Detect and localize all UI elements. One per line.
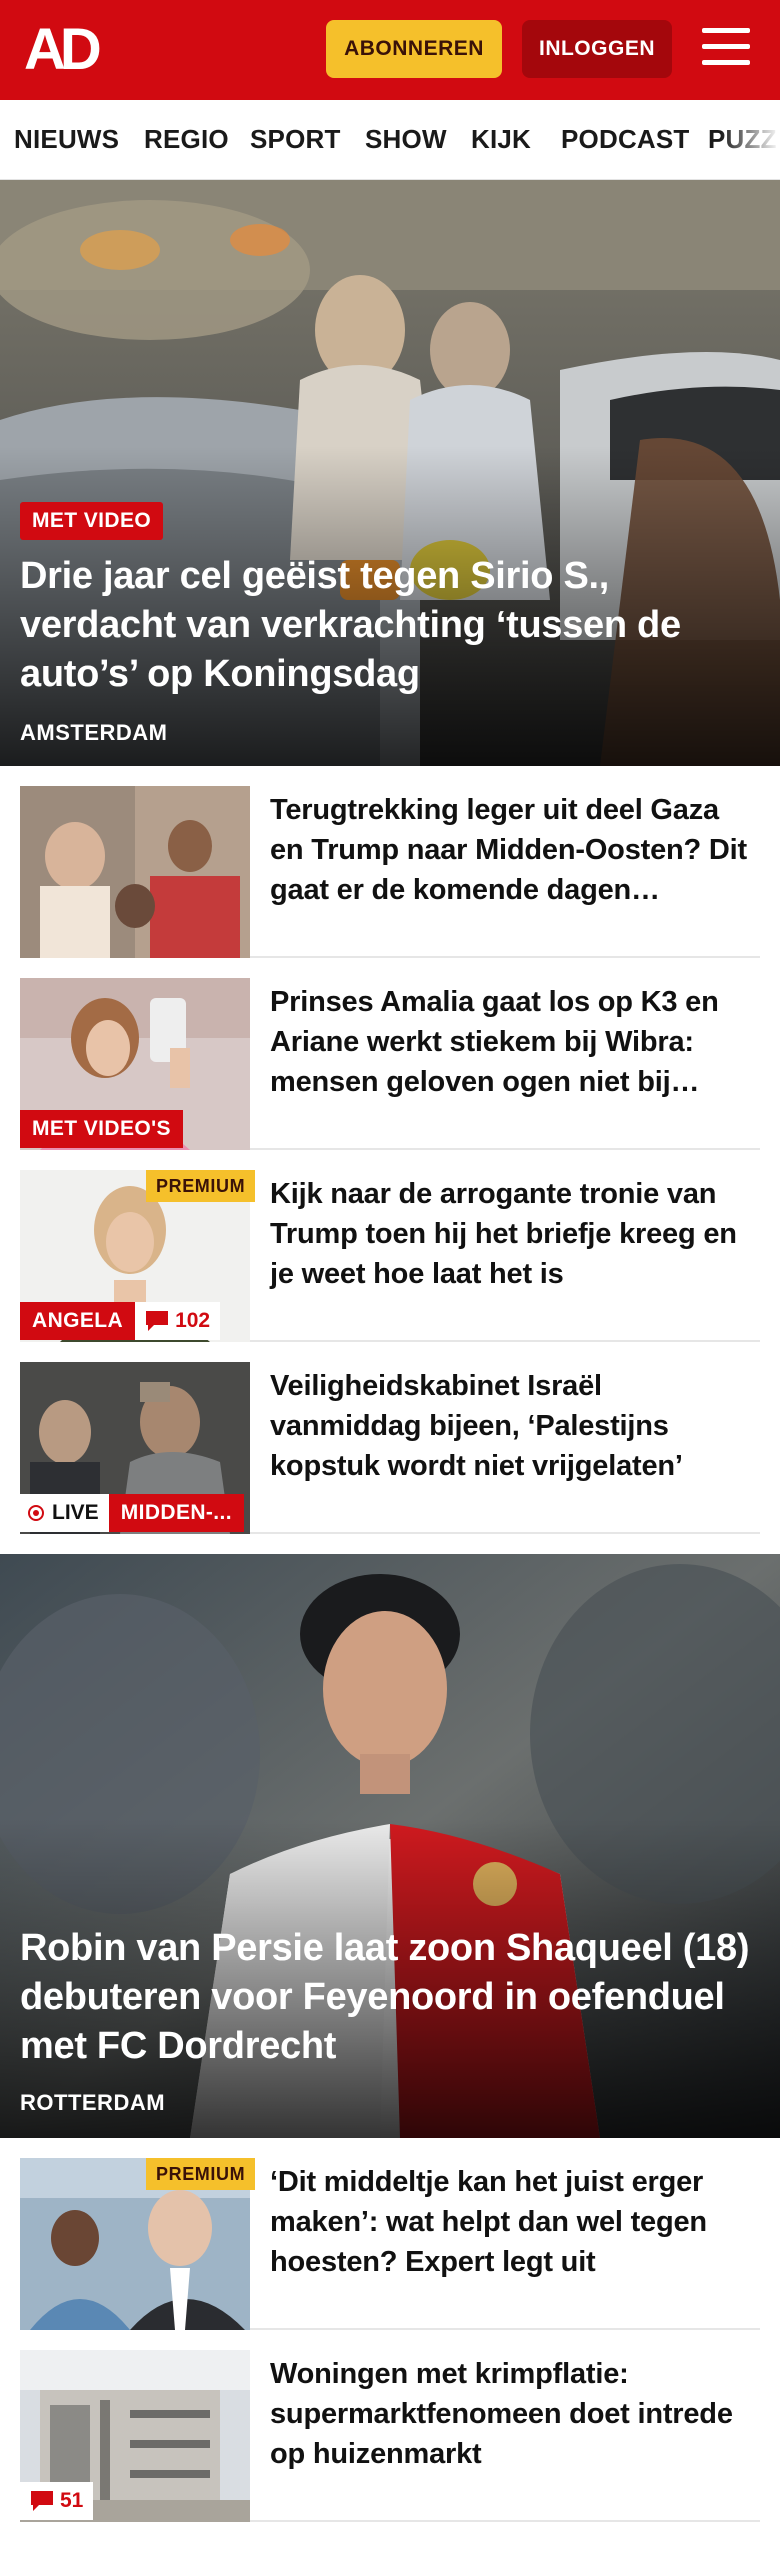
hero-article-2[interactable]: Robin van Persie laat zoon Shaqueel (18)… (0, 1554, 780, 2138)
hero-headline[interactable]: Drie jaar cel geëist tegen Sirio S., ver… (20, 552, 760, 699)
comment-icon (31, 2491, 53, 2511)
article-title[interactable]: Woningen met krimpflatie: supermarktfeno… (270, 2354, 760, 2474)
article-title[interactable]: Veiligheidskabinet Israël vanmiddag bije… (270, 1366, 760, 1486)
nav-item-sport[interactable]: SPORT (250, 124, 341, 155)
live-indicator: LIVE (20, 1494, 109, 1532)
article-title[interactable]: Terugtrekking leger uit deel Gaza en Tru… (270, 790, 760, 910)
nav-item-kijk[interactable]: KIJK (471, 124, 531, 155)
premium-badge: PREMIUM (146, 2158, 256, 2190)
login-button[interactable]: INLOGGEN (522, 20, 672, 78)
article-item-gaza[interactable]: Terugtrekking leger uit deel Gaza en Tru… (20, 786, 760, 958)
article-thumbnail (20, 786, 250, 958)
section-nav: NIEUWS REGIO SPORT SHOW KIJK PODCAST PUZ… (0, 100, 780, 180)
thumbnail-badges: ANGELA 102 (20, 1302, 221, 1340)
hero-article-1[interactable]: MET VIDEO Drie jaar cel geëist tegen Sir… (0, 180, 780, 766)
comment-count[interactable]: 51 (20, 2482, 94, 2520)
top-bar: AD ABONNEREN INLOGGEN (0, 0, 780, 100)
hero-headline[interactable]: Robin van Persie laat zoon Shaqueel (18)… (20, 1924, 760, 2071)
comment-count-value: 51 (60, 2489, 84, 2512)
subscribe-button[interactable]: ABONNEREN (326, 20, 502, 78)
video-tag: MET VIDEO'S (20, 1110, 183, 1148)
article-item-hoesten[interactable]: PREMIUM ‘Dit middeltje kan het juist erg… (20, 2158, 760, 2330)
hamburger-menu-icon[interactable] (702, 28, 750, 70)
ad-logo[interactable]: AD (24, 21, 116, 79)
column-tag: ANGELA (20, 1302, 136, 1340)
comment-count-value: 102 (175, 1309, 211, 1332)
nav-scroll-fade (720, 100, 780, 179)
article-title[interactable]: Kijk naar de arrogante tronie van Trump … (270, 1174, 760, 1294)
comment-count[interactable]: 102 (135, 1302, 221, 1340)
video-tag: MET VIDEO (20, 502, 164, 540)
hero-location: AMSTERDAM (20, 720, 168, 745)
thumbnail-badges: 51 (20, 2482, 94, 2520)
hero-location: ROTTERDAM (20, 2090, 166, 2115)
nav-item-podcast[interactable]: PODCAST (561, 124, 690, 155)
article-item-amalia[interactable]: MET VIDEO'S Prinses Amalia gaat los op K… (20, 978, 760, 1150)
live-label: LIVE (52, 1501, 99, 1524)
live-dot-icon (28, 1505, 44, 1521)
nav-item-show[interactable]: SHOW (365, 124, 447, 155)
article-title[interactable]: ‘Dit middeltje kan het juist erger maken… (270, 2162, 760, 2282)
premium-badge: PREMIUM (146, 1170, 256, 1202)
nav-item-regio[interactable]: REGIO (144, 124, 229, 155)
thumbnail-badges: LIVE MIDDEN-... (20, 1494, 245, 1532)
topic-tag: MIDDEN-... (108, 1494, 245, 1532)
article-item-israel[interactable]: LIVE MIDDEN-... Veiligheidskabinet Israë… (20, 1362, 760, 1534)
nav-item-nieuws[interactable]: NIEUWS (14, 124, 119, 155)
article-title[interactable]: Prinses Amalia gaat los op K3 en Ariane … (270, 982, 760, 1102)
comment-icon (146, 1311, 169, 1331)
article-item-trump[interactable]: PREMIUM ANGELA 102 Kijk naar de arrogant… (20, 1170, 760, 1342)
thumbnail-badges: MET VIDEO'S (20, 1110, 183, 1148)
article-item-krimpflatie[interactable]: 51 Woningen met krimpflatie: supermarktf… (20, 2350, 760, 2522)
